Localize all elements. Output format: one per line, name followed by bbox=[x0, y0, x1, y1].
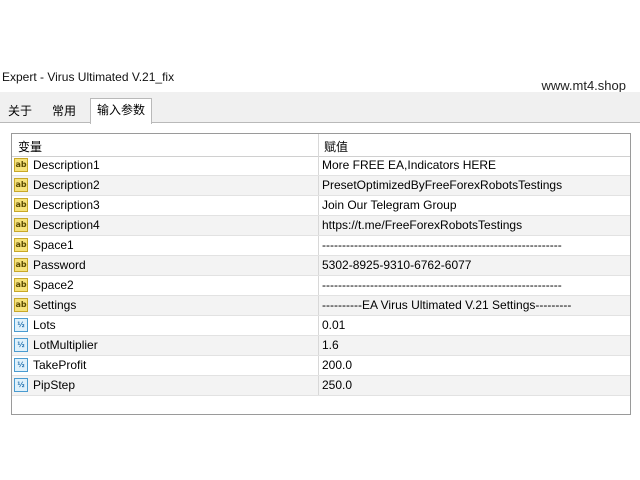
parameter-name: Password bbox=[33, 258, 86, 272]
cell-divider bbox=[318, 356, 319, 375]
parameter-value[interactable]: ----------------------------------------… bbox=[322, 236, 562, 255]
parameter-value[interactable]: 200.0 bbox=[322, 356, 352, 375]
string-type-icon: ab bbox=[14, 198, 28, 212]
table-row[interactable]: ab Password 5302-8925-9310-6762-6077 bbox=[12, 256, 630, 276]
header-value[interactable]: 赋值 bbox=[324, 138, 348, 155]
watermark-text: www.mt4.shop bbox=[541, 78, 626, 93]
cell-divider bbox=[318, 176, 319, 195]
parameter-name: Space1 bbox=[33, 238, 74, 252]
cell-divider bbox=[318, 156, 319, 175]
string-type-icon: ab bbox=[14, 158, 28, 172]
cell-divider bbox=[318, 376, 319, 395]
table-row[interactable]: ½ LotMultiplier 1.6 bbox=[12, 336, 630, 356]
window-title: Expert - Virus Ultimated V.21_fix bbox=[2, 70, 175, 84]
parameter-name: Lots bbox=[33, 318, 56, 332]
cell-divider bbox=[318, 216, 319, 235]
table-row[interactable]: ab Space1 --------------------------------… bbox=[12, 236, 630, 256]
tab-inputs[interactable]: 输入参数 bbox=[90, 98, 153, 124]
table-row[interactable]: ½ TakeProfit 200.0 bbox=[12, 356, 630, 376]
parameter-name: LotMultiplier bbox=[33, 338, 98, 352]
table-row[interactable]: ab Description4 https://t.me/FreeForexRobo… bbox=[12, 216, 630, 236]
table-row[interactable]: ab Description1 More FREE EA,Indicators HE… bbox=[12, 156, 630, 176]
table-row[interactable]: ½ PipStep 250.0 bbox=[12, 376, 630, 396]
cell-divider bbox=[318, 316, 319, 335]
number-type-icon: ½ bbox=[14, 378, 28, 392]
parameter-name: Description1 bbox=[33, 158, 100, 172]
tab-bar: 关于 常用 输入参数 bbox=[0, 98, 640, 124]
parameter-name: Description3 bbox=[33, 198, 100, 212]
table-row[interactable]: ab Settings ----------EA Virus Ultimated V… bbox=[12, 296, 630, 316]
header-variable[interactable]: 变量 bbox=[18, 138, 42, 155]
cell-divider bbox=[318, 276, 319, 295]
parameter-name: Description2 bbox=[33, 178, 100, 192]
parameter-value[interactable]: 0.01 bbox=[322, 316, 345, 335]
parameter-value[interactable]: PresetOptimizedByFreeForexRobotsTestings bbox=[322, 176, 562, 195]
parameter-value[interactable]: 250.0 bbox=[322, 376, 352, 395]
column-divider[interactable] bbox=[318, 134, 319, 156]
parameter-name: PipStep bbox=[33, 378, 76, 392]
parameters-grid: 变量 赋值 ab Description1 More FREE EA,Indicat… bbox=[11, 133, 631, 415]
parameter-value[interactable]: More FREE EA,Indicators HERE bbox=[322, 156, 496, 175]
parameter-value[interactable]: Join Our Telegram Group bbox=[322, 196, 457, 215]
table-row[interactable]: ab Description2 PresetOptimizedByFreeForex… bbox=[12, 176, 630, 196]
string-type-icon: ab bbox=[14, 178, 28, 192]
tab-common[interactable]: 常用 bbox=[46, 101, 82, 121]
parameter-value[interactable]: 1.6 bbox=[322, 336, 339, 355]
parameter-name: Settings bbox=[33, 298, 77, 312]
string-type-icon: ab bbox=[14, 218, 28, 232]
parameter-name: Space2 bbox=[33, 278, 74, 292]
parameter-rows: ab Description1 More FREE EA,Indicators HE… bbox=[12, 156, 630, 396]
cell-divider bbox=[318, 336, 319, 355]
tab-about[interactable]: 关于 bbox=[2, 101, 38, 121]
string-type-icon: ab bbox=[14, 258, 28, 272]
number-type-icon: ½ bbox=[14, 338, 28, 352]
cell-divider bbox=[318, 296, 319, 315]
string-type-icon: ab bbox=[14, 238, 28, 252]
parameter-name: TakeProfit bbox=[33, 358, 87, 372]
parameter-name: Description4 bbox=[33, 218, 100, 232]
parameter-value[interactable]: 5302-8925-9310-6762-6077 bbox=[322, 256, 471, 275]
cell-divider bbox=[318, 196, 319, 215]
string-type-icon: ab bbox=[14, 298, 28, 312]
cell-divider bbox=[318, 236, 319, 255]
string-type-icon: ab bbox=[14, 278, 28, 292]
parameter-value[interactable]: ----------EA Virus Ultimated V.21 Settin… bbox=[322, 296, 571, 315]
table-row[interactable]: ab Space2 --------------------------------… bbox=[12, 276, 630, 296]
grid-header: 变量 赋值 bbox=[12, 134, 630, 157]
number-type-icon: ½ bbox=[14, 318, 28, 332]
table-row[interactable]: ab Description3 Join Our Telegram Group bbox=[12, 196, 630, 216]
number-type-icon: ½ bbox=[14, 358, 28, 372]
cell-divider bbox=[318, 256, 319, 275]
inputs-panel: 变量 赋值 ab Description1 More FREE EA,Indicat… bbox=[0, 122, 640, 415]
parameter-value[interactable]: ----------------------------------------… bbox=[322, 276, 562, 295]
expert-properties-dialog: 关于 常用 输入参数 变量 赋值 ab Description1 More FREE… bbox=[0, 92, 640, 415]
parameter-value[interactable]: https://t.me/FreeForexRobotsTestings bbox=[322, 216, 522, 235]
table-row[interactable]: ½ Lots 0.01 bbox=[12, 316, 630, 336]
